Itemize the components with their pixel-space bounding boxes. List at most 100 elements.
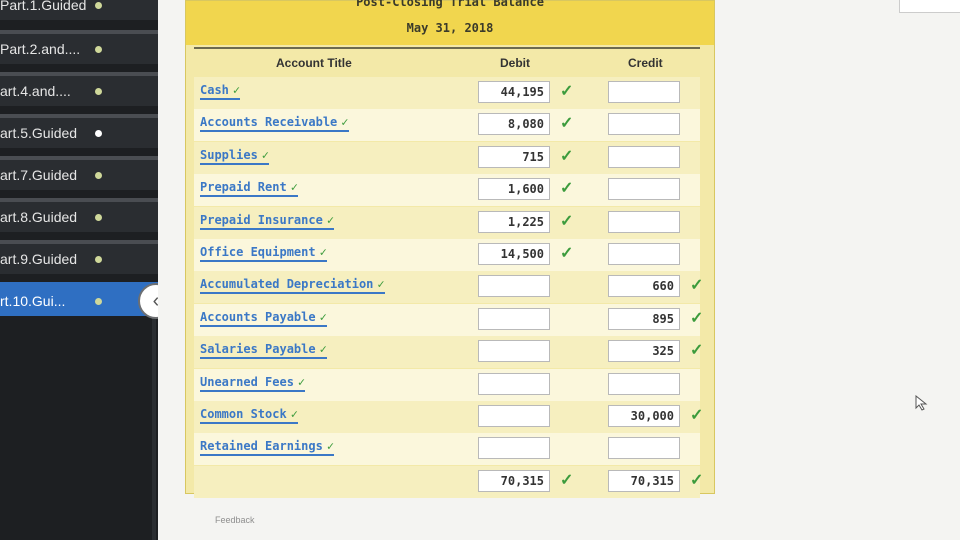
nav-item-label: art.5.Guided [0, 125, 78, 141]
account-title-field[interactable]: Accumulated Depreciation ✓ [200, 277, 385, 295]
total-credit-input[interactable]: 70,315 [608, 469, 680, 492]
nav-item-label: Part.2.and.... [0, 41, 81, 57]
check-icon: ✓ [326, 439, 335, 454]
credit-input[interactable]: 30,000 [608, 405, 680, 427]
nav-item[interactable]: art.4.and.... [0, 72, 158, 106]
nav-item-label: art.4.and.... [0, 83, 71, 99]
check-icon: ✓ [319, 342, 327, 357]
account-title-field[interactable]: Prepaid Insurance ✓ [200, 212, 335, 230]
account-title-text: Supplies [200, 147, 258, 162]
account-title-field[interactable]: Office Equipment ✓ [200, 245, 327, 262]
debit-input[interactable]: 14,500 [478, 243, 550, 265]
account-title-field[interactable]: Accounts Receivable ✓ [200, 115, 349, 133]
check-icon: ✓ [319, 309, 327, 324]
check-icon: ✓ [560, 83, 574, 100]
check-icon: ✓ [341, 115, 349, 130]
header-debit: Debit [500, 56, 530, 70]
nav-item-label: art.7.Guided [0, 167, 78, 183]
table-row: Prepaid Rent ✓ 1,600 ✓ [194, 174, 700, 207]
debit-input[interactable] [478, 405, 550, 427]
table-row: Supplies ✓ 715 ✓ [194, 141, 700, 174]
account-title-field[interactable]: Retained Earnings ✓ [200, 439, 335, 457]
account-title-field[interactable]: Salaries Payable ✓ [200, 342, 327, 360]
account-title-text: Accumulated Depreciation [200, 277, 374, 292]
credit-input[interactable] [608, 210, 680, 233]
table-row: Office Equipment ✓ 14,500 ✓ [194, 239, 700, 271]
account-title-field[interactable]: Common Stock ✓ [200, 407, 298, 424]
nav-item[interactable]: rt.10.Gui... [0, 282, 158, 316]
table-row: Accounts Payable ✓ 895 ✓ [194, 303, 703, 336]
check-icon: ✓ [690, 277, 704, 295]
table-title-band: Post-Closing Trial Balance May 31, 2018 [186, 0, 714, 45]
credit-input[interactable] [608, 243, 680, 265]
nav-item[interactable]: art.9.Guided [0, 240, 158, 274]
nav-item[interactable]: art.5.Guided [0, 114, 158, 148]
left-nav: Part.1.Guided Part.2.and.... art.4.and....… [0, 0, 158, 540]
credit-input[interactable] [608, 81, 680, 103]
mouse-pointer-icon [915, 395, 928, 411]
table-row: Prepaid Insurance ✓ 1,225 ✓ [194, 206, 700, 239]
status-dot-icon [95, 130, 102, 137]
status-dot-icon [95, 88, 102, 95]
nav-item[interactable]: Part.1.Guided [0, 0, 158, 20]
check-icon: ✓ [261, 147, 270, 162]
header-account-title: Account Title [276, 56, 352, 70]
debit-input[interactable] [478, 307, 550, 330]
account-title-text: Prepaid Insurance [200, 212, 323, 227]
check-icon: ✓ [290, 407, 298, 421]
account-title-field[interactable]: Cash ✓ [200, 83, 241, 100]
debit-input[interactable]: 715 [478, 145, 550, 168]
credit-input[interactable]: 895 [608, 307, 680, 330]
nav-item-label: rt.10.Gui... [0, 293, 66, 309]
account-title-field[interactable]: Prepaid Rent ✓ [200, 180, 298, 198]
credit-input[interactable] [608, 372, 680, 395]
table-date: May 31, 2018 [406, 21, 494, 35]
check-icon: ✓ [319, 245, 327, 259]
nav-item[interactable]: art.8.Guided [0, 198, 158, 232]
status-dot-icon [95, 298, 102, 305]
debit-input[interactable] [478, 372, 550, 395]
nav-item[interactable]: art.7.Guided [0, 156, 158, 190]
check-icon: ✓ [326, 212, 335, 227]
check-icon: ✓ [290, 180, 298, 195]
credit-input[interactable] [608, 178, 680, 201]
account-title-text: Office Equipment [200, 245, 316, 259]
table-row: Retained Earnings ✓ [194, 433, 700, 466]
account-title-text: Common Stock [200, 407, 287, 421]
account-title-text: Cash [200, 83, 229, 97]
debit-input[interactable] [478, 437, 550, 460]
total-debit-input[interactable]: 70,315 [478, 469, 550, 492]
check-icon: ✓ [560, 115, 574, 133]
debit-input[interactable] [478, 275, 550, 298]
account-title-text: Retained Earnings [200, 439, 323, 454]
feedback-label: Feedback [215, 515, 255, 525]
nav-divider [152, 300, 156, 540]
nav-item[interactable]: Part.2.and.... [0, 30, 158, 64]
check-icon: ✓ [560, 471, 574, 489]
status-dot-icon [95, 46, 102, 53]
check-icon: ✓ [690, 407, 704, 424]
header-credit: Credit [628, 56, 663, 70]
credit-input[interactable] [608, 437, 680, 460]
credit-input[interactable]: 660 [608, 275, 680, 298]
check-icon: ✓ [377, 277, 385, 292]
account-title-text: Accounts Receivable [200, 115, 338, 130]
top-right-control[interactable] [899, 0, 960, 13]
debit-input[interactable]: 1,225 [478, 210, 550, 233]
debit-input[interactable]: 1,600 [478, 178, 550, 201]
account-title-field[interactable]: Accounts Payable ✓ [200, 310, 327, 327]
credit-input[interactable] [608, 113, 680, 136]
check-icon: ✓ [690, 342, 704, 360]
check-icon: ✓ [560, 147, 574, 165]
debit-input[interactable] [478, 340, 550, 363]
account-title-field[interactable]: Unearned Fees ✓ [200, 375, 306, 392]
status-dot-icon [95, 214, 102, 221]
debit-input[interactable]: 44,195 [478, 81, 550, 103]
account-title-field[interactable]: Supplies ✓ [200, 147, 270, 165]
check-icon: ✓ [560, 180, 574, 198]
credit-input[interactable]: 325 [608, 340, 680, 363]
debit-input[interactable]: 8,080 [478, 113, 550, 136]
table-row: Salaries Payable ✓ 325 ✓ [194, 336, 704, 369]
credit-input[interactable] [608, 145, 680, 168]
table-row: Cash ✓ 44,195 ✓ [194, 77, 700, 109]
